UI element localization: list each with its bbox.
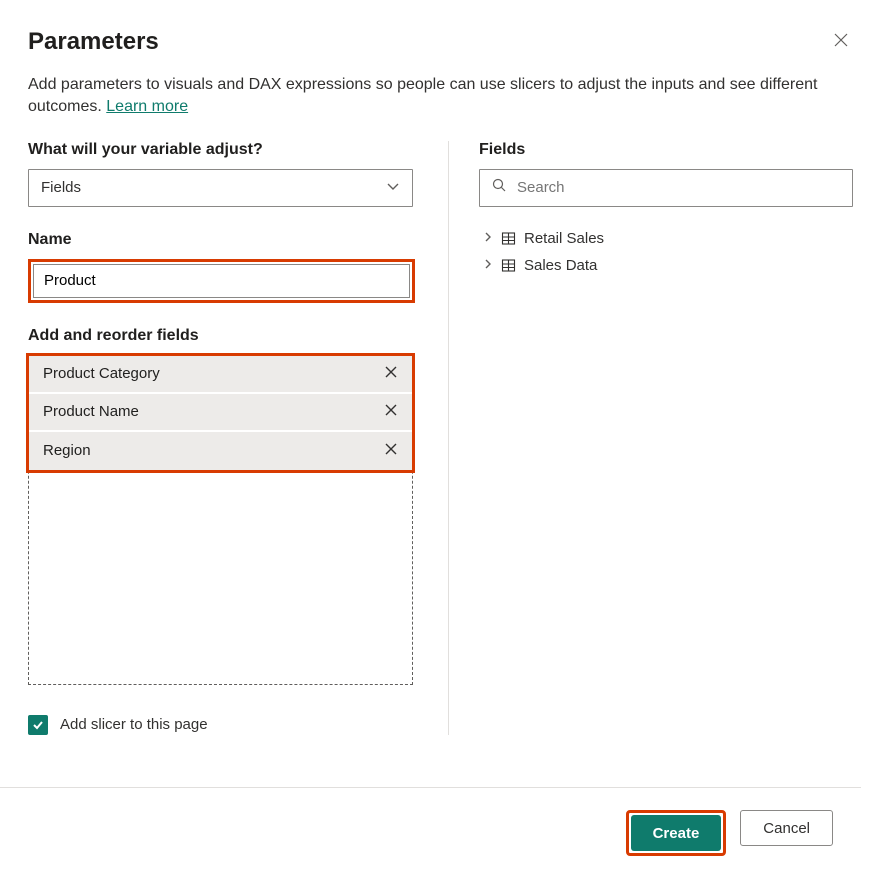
field-item[interactable]: Product Name bbox=[29, 394, 412, 432]
remove-field-icon[interactable] bbox=[384, 365, 398, 383]
add-slicer-label: Add slicer to this page bbox=[60, 716, 208, 733]
tree-table-label: Sales Data bbox=[524, 257, 597, 274]
chevron-right-icon bbox=[483, 231, 493, 245]
close-icon[interactable] bbox=[829, 28, 853, 55]
fields-list-highlight: Product Category Product Name bbox=[26, 353, 415, 473]
remove-field-icon[interactable] bbox=[384, 442, 398, 460]
dialog-title: Parameters bbox=[28, 28, 159, 56]
variable-adjust-label: What will your variable adjust? bbox=[28, 141, 418, 159]
search-icon bbox=[492, 178, 507, 197]
table-icon bbox=[501, 231, 516, 246]
learn-more-link[interactable]: Learn more bbox=[106, 98, 188, 115]
chevron-right-icon bbox=[483, 258, 493, 272]
name-highlight bbox=[28, 259, 415, 303]
dialog-header: Parameters bbox=[28, 28, 853, 74]
tree-table-item[interactable]: Sales Data bbox=[479, 252, 853, 279]
dialog-footer: Create Cancel bbox=[0, 787, 861, 856]
field-item[interactable]: Region bbox=[29, 432, 412, 470]
create-button[interactable]: Create bbox=[631, 815, 722, 851]
tree-table-label: Retail Sales bbox=[524, 230, 604, 247]
field-item-label: Region bbox=[43, 442, 91, 459]
fields-drop-area[interactable]: Product Category Product Name bbox=[28, 355, 413, 685]
variable-adjust-value: Fields bbox=[41, 179, 81, 196]
dialog-description: Add parameters to visuals and DAX expres… bbox=[28, 74, 828, 119]
reorder-label: Add and reorder fields bbox=[28, 327, 418, 345]
variable-adjust-select[interactable]: Fields bbox=[28, 169, 413, 207]
fields-panel-label: Fields bbox=[479, 141, 853, 159]
field-item-label: Product Name bbox=[43, 403, 139, 420]
remove-field-icon[interactable] bbox=[384, 403, 398, 421]
name-label: Name bbox=[28, 231, 418, 249]
cancel-button[interactable]: Cancel bbox=[740, 810, 833, 846]
search-input[interactable] bbox=[517, 179, 840, 196]
tree-table-item[interactable]: Retail Sales bbox=[479, 225, 853, 252]
table-icon bbox=[501, 258, 516, 273]
name-input[interactable] bbox=[33, 264, 410, 298]
chevron-down-icon bbox=[386, 179, 400, 197]
fields-search[interactable] bbox=[479, 169, 853, 207]
field-item[interactable]: Product Category bbox=[29, 356, 412, 394]
create-highlight: Create bbox=[626, 810, 727, 856]
field-item-label: Product Category bbox=[43, 365, 160, 382]
add-slicer-checkbox[interactable] bbox=[28, 715, 48, 735]
